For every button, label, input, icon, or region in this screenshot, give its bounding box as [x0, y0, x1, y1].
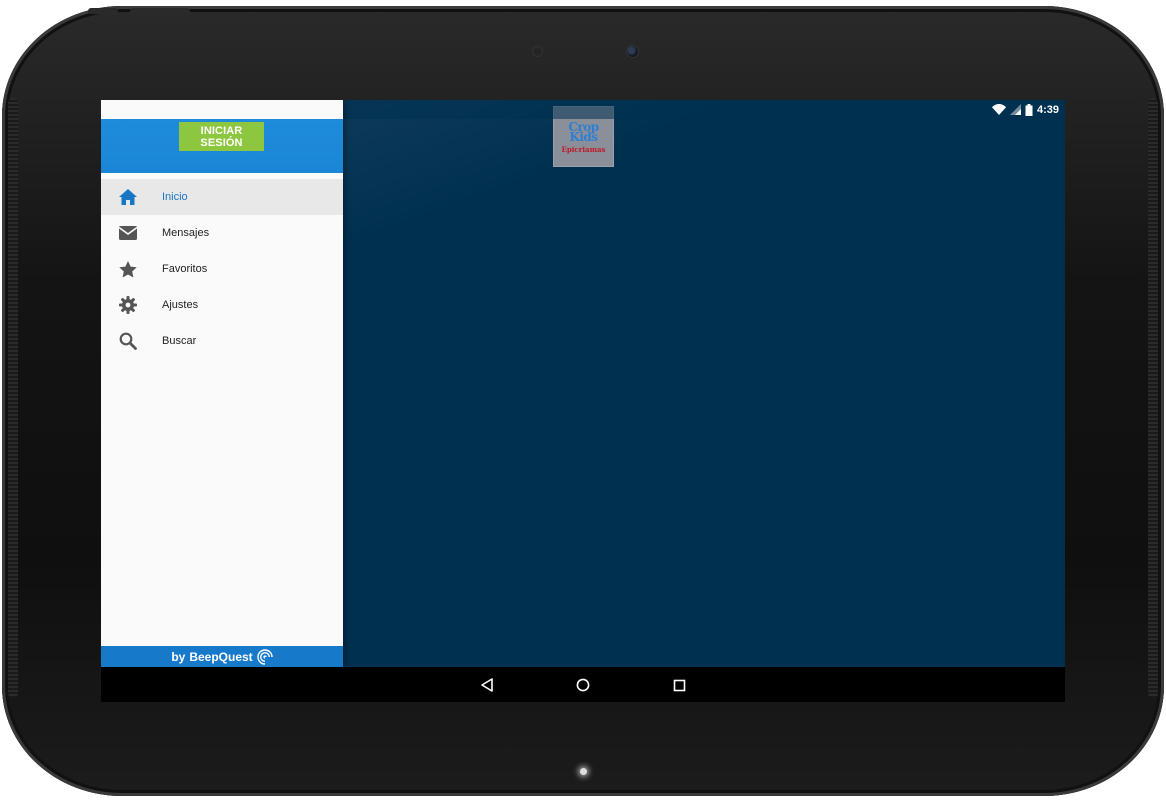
- menu-item-label: Ajustes: [162, 299, 199, 311]
- signal-icon: [1009, 104, 1021, 115]
- logo-line-3: Epicriamas: [561, 144, 606, 154]
- power-button: [88, 8, 118, 14]
- recents-button[interactable]: [669, 675, 689, 695]
- front-camera-icon: [627, 46, 638, 57]
- menu-item-label: Buscar: [162, 335, 197, 347]
- system-nav-bar: [101, 667, 1065, 702]
- back-icon: [481, 678, 493, 692]
- speaker-grille-left: [8, 98, 18, 698]
- beepquest-logo-icon: [256, 648, 273, 665]
- star-icon: [119, 260, 137, 278]
- menu-item-label: Favoritos: [162, 263, 208, 275]
- home-button[interactable]: [573, 675, 593, 695]
- search-icon: [119, 332, 137, 350]
- main-content[interactable]: [343, 100, 1065, 667]
- menu-item-buscar[interactable]: Buscar: [101, 323, 343, 359]
- footer-by-text: by: [171, 649, 186, 664]
- menu-item-favoritos[interactable]: Favoritos: [101, 251, 343, 287]
- wifi-icon: [991, 104, 1006, 115]
- menu-item-inicio[interactable]: Inicio: [101, 179, 343, 215]
- menu-item-label: Inicio: [162, 191, 188, 203]
- screen: Crop Kids Epicriamas 4:39 INICIAR SESIÓN…: [101, 100, 1065, 702]
- menu-item-mensajes[interactable]: Mensajes: [101, 215, 343, 251]
- powered-by-footer[interactable]: by BeepQuest: [101, 646, 343, 667]
- envelope-icon: [119, 224, 137, 242]
- login-button[interactable]: INICIAR SESIÓN: [179, 122, 264, 151]
- drawer-header: INICIAR SESIÓN: [101, 119, 343, 173]
- sensor-icon: [533, 47, 542, 56]
- battery-icon: [1025, 103, 1033, 116]
- volume-button: [130, 8, 190, 14]
- home-icon: [119, 188, 137, 206]
- logo-line-2: Kids: [569, 129, 598, 144]
- menu-item-ajustes[interactable]: Ajustes: [101, 287, 343, 323]
- status-time: 4:39: [1036, 103, 1059, 116]
- gear-icon: [119, 296, 137, 314]
- notification-led: [580, 768, 587, 775]
- recents-icon: [673, 679, 685, 691]
- back-button[interactable]: [477, 675, 497, 695]
- navigation-drawer: INICIAR SESIÓN Inicio Mensajes Favoritos: [101, 100, 343, 667]
- home-circle-icon: [576, 678, 590, 692]
- speaker-grille-right: [1148, 98, 1158, 698]
- footer-brand-text: BeepQuest: [189, 649, 253, 664]
- drawer-menu: Inicio Mensajes Favoritos Ajustes Buscar: [101, 179, 343, 359]
- status-icons: 4:39: [991, 102, 1059, 117]
- menu-item-label: Mensajes: [162, 227, 210, 239]
